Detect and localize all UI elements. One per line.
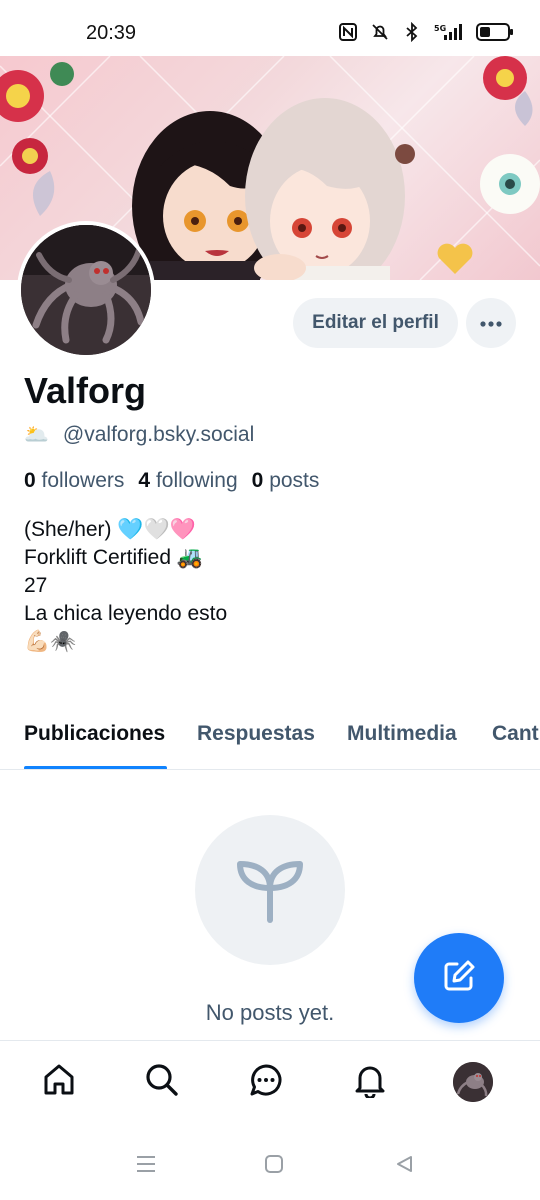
tab-respuestas[interactable]: Respuestas bbox=[197, 722, 315, 746]
display-name: Valforg bbox=[24, 370, 147, 411]
tab-cant[interactable]: Cant bbox=[492, 722, 539, 746]
system-home-button[interactable] bbox=[262, 1154, 286, 1178]
bell-icon bbox=[352, 1062, 388, 1103]
home-square-icon bbox=[264, 1154, 284, 1179]
battery-icon bbox=[476, 23, 513, 41]
edit-profile-button[interactable]: Editar el perfil bbox=[293, 298, 458, 348]
sprout-icon bbox=[232, 850, 308, 931]
handle-row: 🌥️ @valforg.bsky.social bbox=[24, 422, 254, 447]
system-navigation bbox=[0, 1130, 540, 1200]
more-options-button[interactable] bbox=[466, 298, 516, 348]
compose-button[interactable] bbox=[414, 933, 504, 1023]
ellipsis-icon bbox=[480, 314, 502, 332]
handle-emoji: 🌥️ bbox=[24, 424, 49, 446]
compose-icon bbox=[441, 958, 477, 999]
nav-chat[interactable] bbox=[245, 1061, 287, 1103]
system-menu-button[interactable] bbox=[134, 1154, 158, 1178]
status-bar: 20:39 5G bbox=[0, 0, 540, 56]
mute-icon bbox=[370, 22, 390, 42]
signal-5g-icon: 5G bbox=[434, 22, 464, 42]
posts-stat: 0 posts bbox=[251, 469, 320, 492]
nav-notifications[interactable] bbox=[349, 1061, 391, 1103]
nav-profile-avatar bbox=[453, 1062, 493, 1102]
profile-avatar[interactable] bbox=[17, 221, 155, 359]
search-icon bbox=[144, 1062, 180, 1103]
handle[interactable]: @valforg.bsky.social bbox=[63, 423, 254, 447]
nav-search[interactable] bbox=[141, 1061, 183, 1103]
chat-icon bbox=[248, 1062, 284, 1103]
profile-stats: 0 followers 4 following 0 posts bbox=[24, 469, 319, 493]
active-tab-indicator bbox=[24, 766, 167, 769]
nav-profile[interactable] bbox=[452, 1061, 494, 1103]
home-icon bbox=[41, 1062, 77, 1103]
profile-bio: (She/her) 🩵🤍🩷 Forklift Certified 🚜 27 La… bbox=[24, 516, 227, 656]
empty-state-circle bbox=[195, 815, 345, 965]
tab-multimedia[interactable]: Multimedia bbox=[347, 722, 457, 746]
system-back-button[interactable] bbox=[392, 1154, 416, 1178]
followers-stat[interactable]: 0 followers bbox=[24, 469, 124, 493]
back-icon bbox=[394, 1154, 414, 1179]
bio-line: La chica leyendo esto bbox=[24, 602, 228, 625]
bluetooth-icon bbox=[402, 22, 422, 42]
bottom-navigation bbox=[0, 1040, 540, 1130]
nfc-icon bbox=[338, 22, 358, 42]
bio-line: (She/her) 🩵🤍🩷 bbox=[24, 518, 196, 541]
status-time: 20:39 bbox=[86, 22, 137, 44]
nav-home[interactable] bbox=[38, 1061, 80, 1103]
network-label: 5G bbox=[434, 24, 446, 33]
tab-publicaciones[interactable]: Publicaciones bbox=[24, 722, 165, 746]
profile-tabs: Publicaciones Respuestas Multimedia Cant bbox=[0, 708, 540, 770]
bio-line: 27 bbox=[24, 574, 48, 597]
following-stat[interactable]: 4 following bbox=[138, 469, 237, 493]
status-icons: 5G bbox=[338, 22, 513, 42]
menu-icon bbox=[135, 1154, 157, 1179]
bio-line: Forklift Certified 🚜 bbox=[24, 546, 204, 569]
bio-line: 💪🏻🕷️ bbox=[24, 630, 77, 653]
